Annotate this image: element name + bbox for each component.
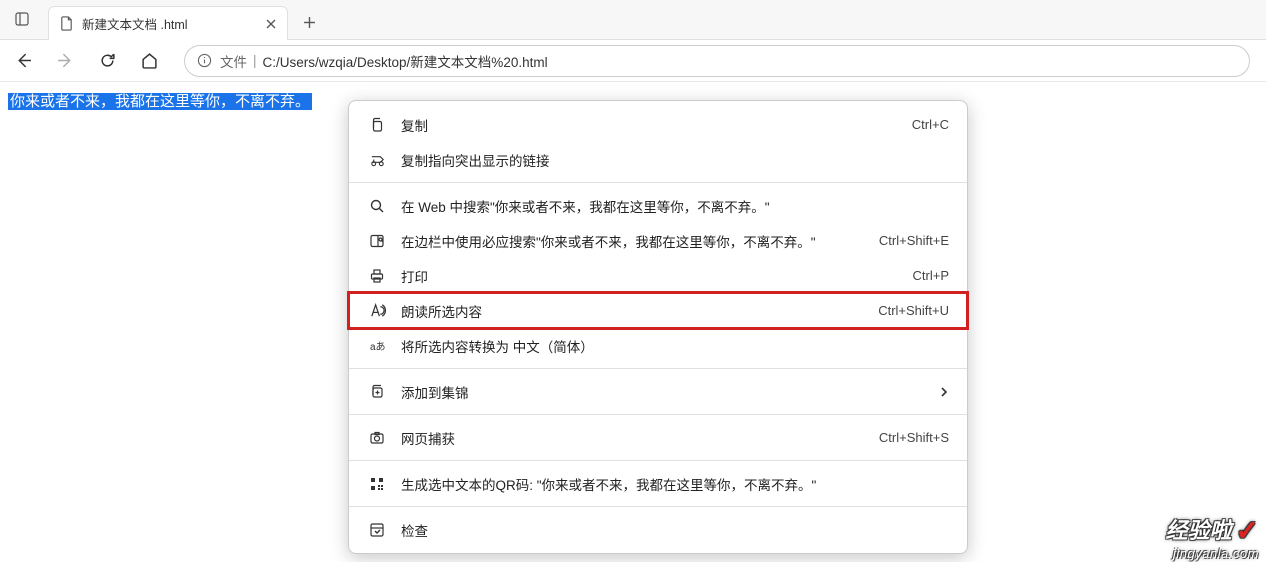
menu-separator xyxy=(349,506,967,507)
menu-shortcut: Ctrl+C xyxy=(912,117,949,132)
page-icon xyxy=(59,16,74,31)
menu-item-collections-icon[interactable]: 添加到集锦 xyxy=(349,374,967,409)
tab-title: 新建文本文档 .html xyxy=(82,14,257,33)
home-button[interactable] xyxy=(132,44,166,78)
address-separator: | xyxy=(253,53,257,68)
new-tab-button[interactable] xyxy=(292,5,326,39)
toolbar: 文件 | C:/Users/wzqia/Desktop/新建文本文档%20.ht… xyxy=(0,40,1266,82)
watermark: 经验啦 ✓ jingyanla.com xyxy=(1166,516,1259,561)
menu-label: 添加到集锦 xyxy=(401,382,927,402)
menu-separator xyxy=(349,414,967,415)
menu-label: 打印 xyxy=(401,266,901,286)
menu-separator xyxy=(349,460,967,461)
refresh-button[interactable] xyxy=(90,44,124,78)
menu-item-print-icon[interactable]: 打印 Ctrl+P xyxy=(349,258,967,293)
menu-item-inspect-icon[interactable]: 检查 xyxy=(349,512,967,547)
menu-shortcut: Ctrl+Shift+U xyxy=(878,303,949,318)
selected-text[interactable]: 你来或者不来，我都在这里等你，不离不弃。 xyxy=(8,93,312,110)
close-tab-button[interactable] xyxy=(265,18,277,30)
menu-label: 复制 xyxy=(401,115,900,135)
menu-item-translate-icon[interactable]: aあ 将所选内容转换为 中文（简体） xyxy=(349,328,967,363)
menu-item-qr-icon[interactable]: 生成选中文本的QR码: "你来或者不来，我都在这里等你，不离不弃。" xyxy=(349,466,967,501)
menu-item-read-aloud-icon[interactable]: 朗读所选内容 Ctrl+Shift+U xyxy=(349,293,967,328)
address-path: C:/Users/wzqia/Desktop/新建文本文档%20.html xyxy=(263,51,548,71)
menu-shortcut: Ctrl+Shift+S xyxy=(879,430,949,445)
menu-shortcut: Ctrl+Shift+E xyxy=(879,233,949,248)
menu-label: 检查 xyxy=(401,520,949,540)
address-scheme: 文件 xyxy=(220,51,247,71)
menu-separator xyxy=(349,368,967,369)
menu-label: 在边栏中使用必应搜索"你来或者不来，我都在这里等你，不离不弃。" xyxy=(401,231,867,251)
read-aloud-icon xyxy=(367,302,387,319)
menu-item-copy-icon[interactable]: 复制 Ctrl+C xyxy=(349,107,967,142)
print-icon xyxy=(367,268,387,284)
context-menu: 复制 Ctrl+C 复制指向突出显示的链接在 Web 中搜索"你来或者不来，我都在这… xyxy=(348,100,968,554)
search-icon xyxy=(367,198,387,214)
chevron-right-icon xyxy=(939,386,949,398)
menu-label: 复制指向突出显示的链接 xyxy=(401,150,949,170)
inspect-icon xyxy=(367,522,387,538)
svg-text:aあ: aあ xyxy=(370,341,385,353)
menu-item-copy-link-icon[interactable]: 复制指向突出显示的链接 xyxy=(349,142,967,177)
menu-separator xyxy=(349,182,967,183)
info-icon[interactable] xyxy=(197,53,212,68)
watermark-url: jingyanla.com xyxy=(1166,547,1259,561)
copy-link-icon xyxy=(367,151,387,168)
check-icon: ✓ xyxy=(1236,516,1259,547)
menu-item-search-icon[interactable]: 在 Web 中搜索"你来或者不来，我都在这里等你，不离不弃。" xyxy=(349,188,967,223)
translate-icon: aあ xyxy=(367,338,387,354)
titlebar: 新建文本文档 .html xyxy=(0,0,1266,40)
menu-item-sidebar-search-icon[interactable]: 在边栏中使用必应搜索"你来或者不来，我都在这里等你，不离不弃。" Ctrl+Shi… xyxy=(349,223,967,258)
copy-icon xyxy=(367,117,387,133)
address-bar[interactable]: 文件 | C:/Users/wzqia/Desktop/新建文本文档%20.ht… xyxy=(184,45,1250,77)
browser-tab[interactable]: 新建文本文档 .html xyxy=(48,6,288,40)
sidebar-search-icon xyxy=(367,233,387,249)
menu-item-capture-icon[interactable]: 网页捕获 Ctrl+Shift+S xyxy=(349,420,967,455)
menu-label: 在 Web 中搜索"你来或者不来，我都在这里等你，不离不弃。" xyxy=(401,196,949,216)
qr-icon xyxy=(367,476,387,492)
menu-label: 生成选中文本的QR码: "你来或者不来，我都在这里等你，不离不弃。" xyxy=(401,474,949,494)
menu-label: 网页捕获 xyxy=(401,428,867,448)
menu-label: 将所选内容转换为 中文（简体） xyxy=(401,336,949,356)
back-button[interactable] xyxy=(6,44,40,78)
watermark-text: 经验啦 xyxy=(1166,519,1232,543)
collections-icon xyxy=(367,384,387,400)
tab-actions-button[interactable] xyxy=(0,0,44,39)
menu-label: 朗读所选内容 xyxy=(401,301,866,321)
capture-icon xyxy=(367,430,387,446)
menu-shortcut: Ctrl+P xyxy=(913,268,949,283)
forward-button[interactable] xyxy=(48,44,82,78)
